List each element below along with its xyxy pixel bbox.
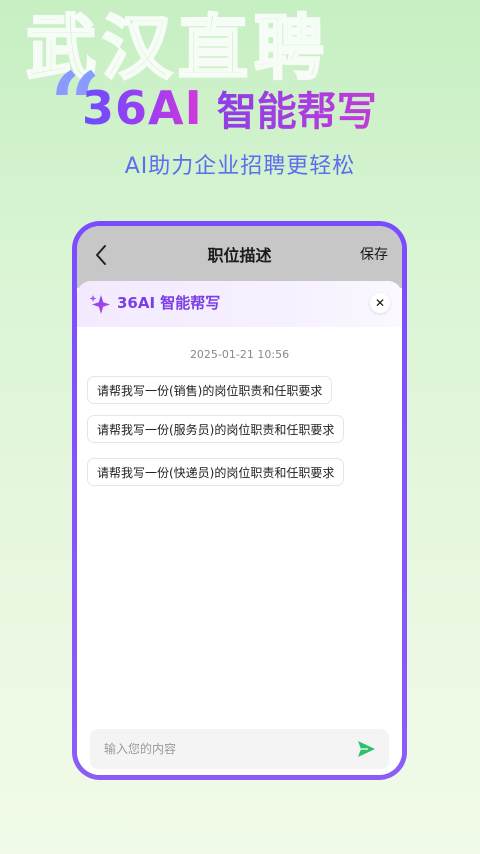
sparkle-icon (89, 295, 110, 314)
ai-assistant-panel: 36AI 智能帮写 ✕ 2025-01-21 10:56 请帮我写一份(销售)的… (77, 281, 402, 775)
chat-timestamp: 2025-01-21 10:56 (189, 348, 290, 361)
page-title: 职位描述 (207, 246, 272, 265)
promo-subtitle: AI助力企业招聘更轻松 (124, 154, 356, 179)
promo-brand: 36AI (82, 81, 203, 135)
send-icon (358, 741, 375, 757)
suggestion-chip-waiter[interactable]: 请帮我写一份(服务员)的岗位职责和任职要求 (87, 415, 345, 443)
app-header: 职位描述 保存 (77, 226, 402, 288)
save-button[interactable]: 保存 (360, 244, 388, 264)
suggestion-chip-sales[interactable]: 请帮我写一份(销售)的岗位职责和任职要求 (87, 376, 333, 404)
suggestion-chip-courier[interactable]: 请帮我写一份(快递员)的岗位职责和任职要求 (87, 458, 345, 486)
phone-screen: 职位描述 保存 36AI 智能帮写 ✕ 2025-01-21 10:56 请帮我… (77, 226, 402, 775)
phone-frame: 职位描述 保存 36AI 智能帮写 ✕ 2025-01-21 10:56 请帮我… (72, 221, 407, 780)
send-button[interactable] (355, 738, 377, 760)
message-input[interactable] (102, 741, 355, 757)
promo-headline: 36AI 智能帮写 (82, 80, 377, 136)
close-icon: ✕ (374, 296, 386, 310)
panel-brand-title: 36AI 智能帮写 (117, 294, 221, 312)
message-input-bar (90, 729, 389, 769)
panel-header: 36AI 智能帮写 ✕ (77, 281, 402, 327)
close-button[interactable]: ✕ (370, 293, 390, 313)
promo-title: 智能帮写 (217, 79, 377, 137)
